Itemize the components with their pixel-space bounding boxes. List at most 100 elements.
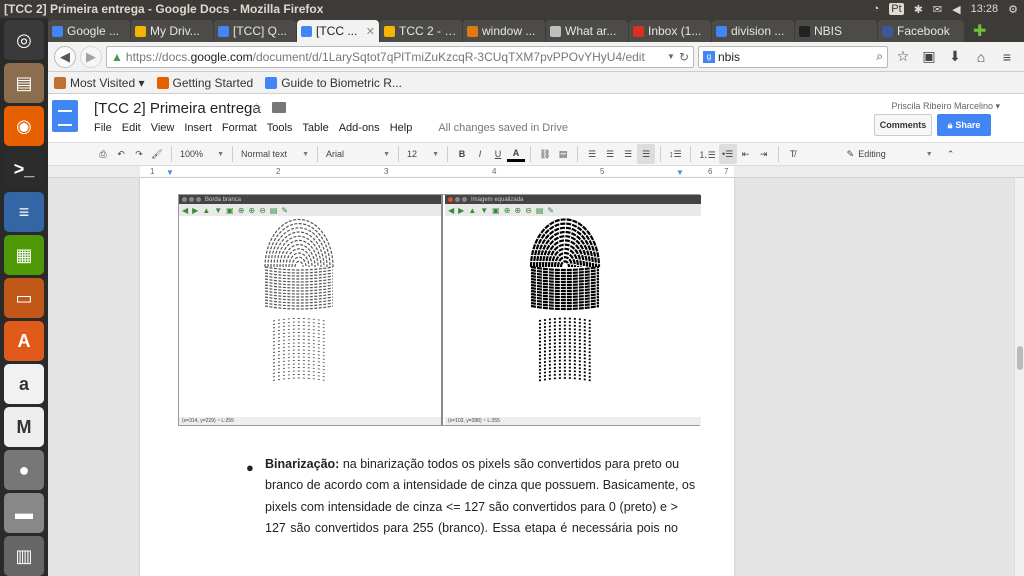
editing-mode-select[interactable]: ✎ Editing ▼ <box>844 144 936 164</box>
share-button[interactable]: 🔒︎ Share <box>937 114 991 136</box>
back-button[interactable]: ◀ <box>54 45 76 68</box>
menu-format[interactable]: Format <box>222 122 257 134</box>
menu-addons[interactable]: Add-ons <box>339 122 380 134</box>
ruler-indent-left-icon[interactable]: ▼ <box>166 168 174 177</box>
impress-icon[interactable]: ▭ <box>4 278 44 318</box>
menu-tools[interactable]: Tools <box>267 122 293 134</box>
ruler-indent-right-icon[interactable]: ▼ <box>676 168 684 177</box>
browser-tab[interactable]: My Driv... <box>131 20 213 42</box>
forward-button[interactable]: ▶ <box>80 45 102 68</box>
align-right-icon[interactable]: ☰ <box>619 144 637 164</box>
writer-icon[interactable]: ≡ <box>4 192 44 232</box>
software-center-icon[interactable]: A <box>4 321 44 361</box>
settings-icon[interactable]: ⚙ <box>1008 3 1018 16</box>
files-icon[interactable]: ▤ <box>4 63 44 103</box>
collapse-menus-icon[interactable]: ⌃ <box>942 144 960 164</box>
drive-icon[interactable]: ● <box>4 450 44 490</box>
user-name[interactable]: Priscila Ribeiro Marcelino ▾ <box>891 101 1000 112</box>
bluetooth-icon[interactable]: ✱ <box>914 3 923 16</box>
zoom-select[interactable]: 100% ▼ <box>177 144 227 164</box>
comment-icon[interactable]: ▤ <box>554 144 572 164</box>
drive-stack-icon[interactable]: ▬ <box>4 493 44 533</box>
scrollbar-thumb[interactable] <box>1017 346 1023 370</box>
align-left-icon[interactable]: ☰ <box>583 144 601 164</box>
menu-help[interactable]: Help <box>390 122 413 134</box>
text-color-button[interactable]: A <box>507 146 525 162</box>
paragraph-line[interactable]: branco de acordo com a intensidade de ci… <box>265 475 695 496</box>
wifi-icon[interactable]: ◔ <box>873 3 880 15</box>
docs-logo-icon[interactable] <box>52 100 78 132</box>
browser-tab[interactable]: window ... <box>463 20 545 42</box>
print-icon[interactable]: ⎙ <box>94 144 112 164</box>
comments-button[interactable]: Comments <box>874 114 932 136</box>
downloads-icon[interactable]: ⬇ <box>944 46 966 68</box>
menu-table[interactable]: Table <box>302 122 328 134</box>
menu-edit[interactable]: Edit <box>122 122 141 134</box>
reload-icon[interactable]: ↻ <box>679 50 689 64</box>
firefox-icon[interactable]: ◉ <box>4 106 44 146</box>
volume-icon[interactable]: ◀ <box>952 3 960 16</box>
undo-icon[interactable]: ↶ <box>112 144 130 164</box>
url-bar[interactable]: ▲ https://docs. google.com/document/d/1La… <box>106 45 694 68</box>
style-select[interactable]: Normal text ▼ <box>238 144 312 164</box>
menu-insert[interactable]: Insert <box>184 122 212 134</box>
align-center-icon[interactable]: ☰ <box>601 144 619 164</box>
underline-button[interactable]: U <box>489 144 507 164</box>
paragraph-line[interactable]: 127 são convertidos para 255 (branco). E… <box>265 518 678 539</box>
numbered-list-icon[interactable]: ⒈☰ <box>696 144 719 164</box>
clear-formatting-icon[interactable]: T̸ <box>784 144 802 164</box>
amazon-icon[interactable]: a <box>4 364 44 404</box>
browser-tab[interactable]: [TCC ... ✕ <box>297 20 379 42</box>
line-spacing-icon[interactable]: ↕☰ <box>666 144 685 164</box>
paint-format-icon[interactable]: 🖌︎ <box>148 144 166 164</box>
paragraph-line[interactable]: Binarização: na binarização todos os pix… <box>265 454 679 475</box>
mail-icon[interactable]: ✉ <box>933 3 942 16</box>
workspace-icon[interactable]: ▥ <box>4 536 44 576</box>
bookmark-item[interactable]: Most Visited ▾ <box>54 76 145 90</box>
embedded-image[interactable]: Borda branca ◀ ▶ ▲ ▼ ▣ ⊕ ⊕ ⊖ ▤ ✎ (x=314, y=229) ~… <box>178 194 701 426</box>
font-size-select[interactable]: 12 ▼ <box>404 144 442 164</box>
browser-tab[interactable]: Facebook <box>878 20 964 42</box>
bookmarks-menu-icon[interactable]: ▣ <box>918 46 940 68</box>
font-select[interactable]: Arial ▼ <box>323 144 393 164</box>
menu-view[interactable]: View <box>151 122 175 134</box>
document-title[interactable]: [TCC 2] Primeira entrega <box>94 100 261 117</box>
italic-button[interactable]: I <box>471 144 489 164</box>
bookmark-item[interactable]: Guide to Biometric R... <box>265 76 402 90</box>
search-bar[interactable]: g nbis ⌕ <box>698 45 888 68</box>
new-tab-button[interactable]: ✚ <box>973 20 986 42</box>
paragraph-line[interactable]: pixels com intensidade de cinza <= 127 s… <box>265 497 678 518</box>
folder-icon[interactable] <box>272 102 286 113</box>
browser-tab[interactable]: [TCC] Q... <box>214 20 296 42</box>
clock[interactable]: 13:28 <box>971 3 999 15</box>
menu-file[interactable]: File <box>94 122 112 134</box>
browser-tab[interactable]: division ... <box>712 20 794 42</box>
browser-tab[interactable]: NBIS <box>795 20 877 42</box>
gmail-icon[interactable]: M <box>4 407 44 447</box>
keyboard-icon[interactable]: Pt <box>889 3 904 15</box>
redo-icon[interactable]: ↷ <box>130 144 148 164</box>
decrease-indent-icon[interactable]: ⇤ <box>737 144 755 164</box>
save-status[interactable]: All changes saved in Drive <box>438 122 568 134</box>
home-icon[interactable]: ⌂ <box>970 46 992 68</box>
star-icon[interactable]: ☆ <box>250 100 263 117</box>
browser-tab[interactable]: Inbox (1... <box>629 20 711 42</box>
google-search-icon[interactable]: g <box>703 50 715 63</box>
increase-indent-icon[interactable]: ⇥ <box>755 144 773 164</box>
ubuntu-dash-icon[interactable]: ◎ <box>4 20 44 60</box>
browser-tab[interactable]: What ar... <box>546 20 628 42</box>
document-scrollbar[interactable] <box>1014 178 1024 576</box>
bulleted-list-icon[interactable]: •☰ <box>718 144 737 164</box>
link-icon[interactable]: ⛓︎ <box>536 144 554 164</box>
search-icon[interactable]: ⌕ <box>876 49 883 64</box>
close-tab-icon[interactable]: ✕ <box>366 25 375 38</box>
calc-icon[interactable]: ▦ <box>4 235 44 275</box>
menu-icon[interactable]: ≡ <box>996 46 1018 68</box>
terminal-icon[interactable]: >_ <box>4 149 44 189</box>
browser-tab[interactable]: TCC 2 - P... <box>380 20 462 42</box>
bookmark-item[interactable]: Getting Started <box>156 76 253 90</box>
search-input[interactable]: nbis <box>718 50 740 64</box>
browser-tab[interactable]: Google ... <box>48 20 130 42</box>
url-dropdown-icon[interactable]: ▼ <box>667 52 675 61</box>
align-justify-icon[interactable]: ☰ <box>637 144 655 164</box>
